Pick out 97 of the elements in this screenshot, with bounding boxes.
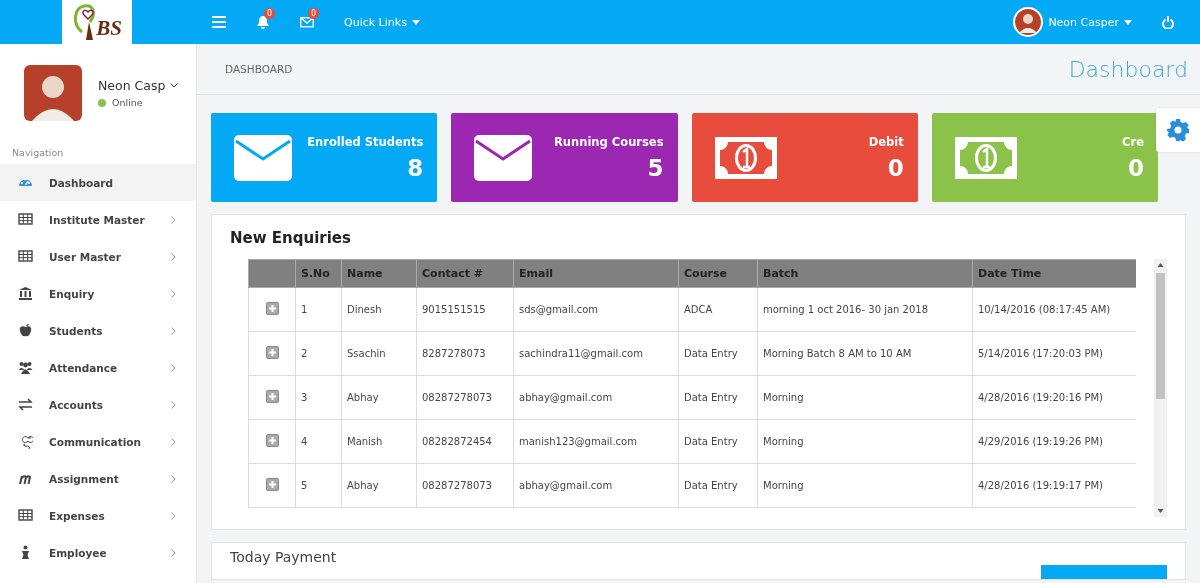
table-cell: 08287278073 [416, 375, 514, 420]
arrows-left-right-icon [18, 397, 33, 412]
banknote-icon [714, 136, 777, 179]
banknote-icon [954, 136, 1017, 179]
sidebar-item[interactable]: Assignment [0, 460, 196, 497]
sidebar-item[interactable]: User Master [0, 238, 196, 275]
expand-plus-icon[interactable] [265, 302, 279, 315]
panel-title: Today Payment [230, 549, 337, 565]
stat-label: Debit [868, 134, 904, 149]
tree-logo-icon [72, 2, 97, 42]
profile-name-dropdown[interactable]: Neon Casp [98, 78, 179, 93]
table-icon [18, 212, 33, 227]
expand-plus-icon[interactable] [265, 478, 279, 491]
table-cell: morning 1 oct 2016- 30 jan 2018 [757, 287, 973, 332]
bank-icon [18, 286, 33, 301]
envelope-icon [474, 134, 533, 181]
status-dot-icon [98, 98, 106, 107]
sidebar-item[interactable]: Enquiry [0, 275, 196, 312]
table-cell: Abhay [341, 375, 417, 420]
sidebar-item[interactable]: Employee [0, 534, 196, 571]
column-header: Course [678, 259, 758, 288]
table-cell: Ssachin [341, 331, 417, 376]
caret-icon [1124, 19, 1132, 25]
expand-plus-icon[interactable] [265, 390, 279, 403]
table-cell: Morning Batch 8 AM to 10 AM [757, 331, 973, 376]
sidebar-item[interactable]: Students [0, 312, 196, 349]
table-icon [18, 249, 33, 264]
stat-label: Cre [1122, 134, 1144, 149]
table-cell: Manish [341, 419, 417, 464]
logo-text: BS [96, 15, 122, 41]
table-cell: Data Entry [678, 463, 758, 508]
panel-title: New Enquiries [230, 229, 352, 247]
sidebar-item[interactable]: Dashboard [0, 164, 196, 201]
table-cell: 08287278073 [416, 463, 514, 508]
profile-photo-placeholder [24, 65, 82, 121]
table-cell: 5 [295, 463, 342, 508]
table-header [248, 259, 296, 288]
table-cell: 2 [295, 331, 342, 376]
expand-plus-icon[interactable] [265, 434, 279, 447]
expand-plus-icon[interactable] [265, 346, 279, 359]
sidebar-item[interactable]: Institute Master [0, 201, 196, 238]
settings-button[interactable] [1156, 108, 1200, 152]
table-cell: sds@gmail.com [513, 287, 679, 332]
apple-icon [18, 323, 33, 338]
page-title: Dashboard [1068, 56, 1188, 82]
table-cell: 8287278073 [416, 331, 514, 376]
table-cell: Morning [757, 419, 973, 464]
envelope-icon[interactable] [300, 15, 314, 29]
notification-badge: 0 [308, 8, 320, 19]
column-header: S.No [295, 259, 342, 288]
bell-icon[interactable] [256, 15, 270, 29]
table-cell: manish123@gmail.com [513, 419, 679, 464]
table-cell: Morning [757, 463, 973, 508]
nav-heading: Navigation [11, 146, 65, 160]
caret-icon [411, 19, 420, 25]
stat-label: Running Courses [554, 134, 664, 149]
chevron-down-icon [170, 83, 179, 88]
table-cell: Abhay [341, 463, 417, 508]
stat-value: 8 [406, 154, 424, 181]
power-icon[interactable] [1162, 15, 1174, 29]
stat-value: 5 [646, 154, 664, 181]
notification-badge: 0 [264, 8, 276, 19]
table-cell: Dinesh [341, 287, 417, 332]
column-header: Date Time [972, 259, 1136, 288]
table-cell: sachindra11@gmail.com [513, 331, 679, 376]
avatar-icon [1013, 7, 1044, 37]
scrollbar[interactable] [1154, 259, 1167, 517]
envelope-icon [234, 134, 292, 181]
table-icon [18, 508, 33, 523]
table-cell: 1 [295, 287, 342, 332]
column-header: Batch [757, 259, 973, 288]
table-cell: ADCA [678, 287, 758, 332]
table-cell: 08282872454 [416, 419, 514, 464]
stat-value: 0 [1127, 154, 1144, 181]
table-cell: Data Entry [678, 331, 758, 376]
menu-icon[interactable] [212, 16, 226, 28]
table-cell: Morning [757, 375, 973, 420]
table-cell: 9015151515 [416, 287, 514, 332]
sidebar-item[interactable]: Expenses [0, 497, 196, 534]
column-header: Contact # [416, 259, 514, 288]
users-icon [18, 360, 33, 375]
table-cell: Data Entry [678, 419, 758, 464]
column-header: Name [341, 259, 417, 288]
table-cell: 4 [295, 419, 342, 464]
breadcrumb: DASHBOARD [225, 63, 293, 75]
sidebar-item[interactable]: Accounts [0, 386, 196, 423]
status-text: Online [112, 97, 143, 108]
table-cell: Data Entry [678, 375, 758, 420]
column-header: Email [513, 259, 679, 288]
settings-icon [1166, 118, 1190, 142]
sidebar-item[interactable]: Communication [0, 423, 196, 460]
table-cell: abhay@gmail.com [513, 463, 679, 508]
stat-label: Enrolled Students [307, 134, 424, 149]
sidebar-item[interactable]: Attendance [0, 349, 196, 386]
table-cell: 3 [295, 375, 342, 420]
table-cell: abhay@gmail.com [513, 375, 679, 420]
stat-value: 0 [886, 154, 904, 181]
